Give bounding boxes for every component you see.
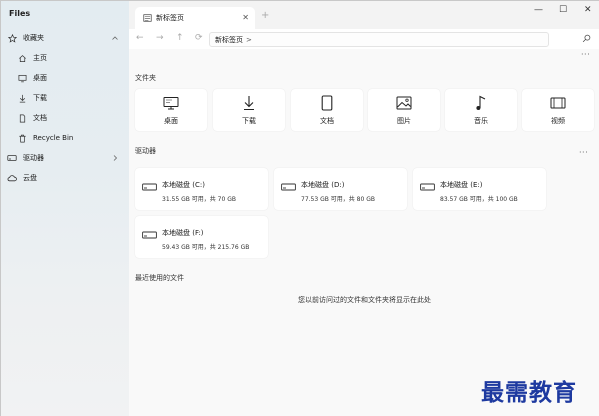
drive-capacity: 31.55 GB 可用，共 70 GB (162, 196, 236, 203)
chevron-up-icon[interactable] (111, 34, 119, 42)
folder-label: 下载 (242, 116, 256, 125)
folder-card-music[interactable]: 音乐 (445, 89, 517, 131)
folder-card-videos[interactable]: 视频 (522, 89, 594, 131)
sidebar-item-home[interactable]: 主页 (5, 49, 123, 67)
search-icon[interactable] (582, 34, 591, 45)
address-bar[interactable]: 新标签页 > (209, 32, 549, 47)
home-icon (15, 54, 29, 63)
drive-name: 本地磁盘 (D:) (301, 181, 345, 189)
sidebar-section-drives[interactable]: 驱动器 (5, 149, 123, 167)
sidebar-section-label: 收藏夹 (23, 34, 44, 42)
up-button[interactable]: ↑ (176, 33, 184, 43)
more-options-button[interactable]: ··· (581, 50, 590, 59)
drive-icon (420, 183, 435, 193)
sidebar-item-label: 主页 (33, 54, 47, 62)
drive-icon (142, 183, 157, 193)
navigation-bar: ← → ↑ ⟳ 新标签页 > (129, 29, 599, 49)
sidebar-item-desktop[interactable]: 桌面 (5, 69, 123, 87)
main-panel: 新标签页 ✕ + — ☐ ✕ ← → ↑ ⟳ 新标签页 > ··· 文件夹 桌面… (129, 1, 599, 416)
sidebar-item-label: 文档 (33, 114, 47, 122)
sidebar-section-cloud[interactable]: 云盘 (5, 169, 123, 187)
document-icon (15, 114, 29, 123)
back-button[interactable]: ← (136, 33, 144, 43)
new-tab-button[interactable]: + (261, 10, 269, 21)
download-icon (15, 94, 29, 103)
sidebar-item-label: Recycle Bin (33, 134, 74, 142)
star-icon (5, 33, 19, 43)
folder-card-downloads[interactable]: 下载 (213, 89, 285, 131)
folder-label: 视频 (551, 116, 565, 125)
recent-files-section-title: 最近使用的文件 (135, 274, 184, 282)
video-icon (550, 95, 566, 111)
music-icon (475, 95, 487, 111)
folder-label: 桌面 (164, 116, 178, 125)
folders-section-title: 文件夹 (135, 74, 156, 82)
sidebar: Files 收藏夹 主页 桌面 下载 文档 Recycle Bin 驱动器 云盘 (1, 1, 129, 416)
sidebar-item-recycle-bin[interactable]: Recycle Bin (5, 129, 123, 147)
folder-label: 图片 (397, 116, 411, 125)
watermark-text: 最需教育 (481, 379, 577, 406)
tab-page-icon (143, 14, 152, 22)
folder-card-pictures[interactable]: 图片 (368, 89, 440, 131)
refresh-button[interactable]: ⟳ (195, 33, 203, 43)
folder-card-desktop[interactable]: 桌面 (135, 89, 207, 131)
chevron-right-icon[interactable] (111, 154, 119, 162)
drive-name: 本地磁盘 (E:) (440, 181, 483, 189)
app-title: Files (9, 9, 31, 18)
sidebar-item-label: 桌面 (33, 74, 47, 82)
sidebar-section-favorites[interactable]: 收藏夹 (5, 29, 123, 47)
tab-new-tab[interactable]: 新标签页 ✕ (135, 7, 255, 29)
sidebar-item-documents[interactable]: 文档 (5, 109, 123, 127)
sidebar-section-label: 驱动器 (23, 154, 44, 162)
tab-label: 新标签页 (156, 14, 184, 22)
folder-label: 音乐 (474, 116, 488, 125)
drive-card-e[interactable]: 本地磁盘 (E:) 83.57 GB 可用，共 100 GB (413, 168, 546, 210)
folder-label: 文档 (320, 116, 334, 125)
breadcrumb-separator: > (246, 35, 252, 44)
breadcrumb-item[interactable]: 新标签页 (215, 35, 243, 45)
drive-card-f[interactable]: 本地磁盘 (F:) 59.43 GB 可用，共 215.76 GB (135, 216, 268, 258)
download-icon (242, 95, 256, 111)
close-window-button[interactable]: ✕ (584, 5, 592, 15)
drive-name: 本地磁盘 (C:) (162, 181, 205, 189)
sidebar-item-downloads[interactable]: 下载 (5, 89, 123, 107)
drive-icon (281, 183, 296, 193)
drive-card-d[interactable]: 本地磁盘 (D:) 77.53 GB 可用，共 80 GB (274, 168, 407, 210)
recycle-bin-icon (15, 134, 29, 143)
recent-files-empty-message: 您以前访问过的文件和文件夹将显示在此处 (298, 296, 431, 304)
minimize-button[interactable]: — (534, 5, 543, 15)
maximize-button[interactable]: ☐ (559, 5, 567, 15)
drives-more-button[interactable]: ··· (579, 148, 588, 157)
drive-capacity: 83.57 GB 可用，共 100 GB (440, 196, 518, 203)
sidebar-section-label: 云盘 (23, 174, 37, 182)
picture-icon (396, 95, 412, 111)
drive-icon (142, 231, 157, 241)
drive-name: 本地磁盘 (F:) (162, 229, 204, 237)
tab-bar: 新标签页 ✕ + — ☐ ✕ (129, 1, 599, 29)
app-window: Files 收藏夹 主页 桌面 下载 文档 Recycle Bin 驱动器 云盘… (0, 0, 599, 416)
cloud-icon (5, 174, 19, 182)
document-icon (321, 94, 333, 111)
drive-capacity: 77.53 GB 可用，共 80 GB (301, 196, 375, 203)
drive-capacity: 59.43 GB 可用，共 215.76 GB (162, 244, 250, 251)
forward-button[interactable]: → (156, 33, 164, 43)
drives-section-title: 驱动器 (135, 147, 156, 155)
drive-icon (5, 154, 19, 162)
folder-card-documents[interactable]: 文档 (291, 89, 363, 131)
drive-card-c[interactable]: 本地磁盘 (C:) 31.55 GB 可用，共 70 GB (135, 168, 268, 210)
desktop-icon (163, 95, 179, 111)
close-tab-icon[interactable]: ✕ (242, 13, 249, 22)
sidebar-item-label: 下载 (33, 94, 47, 102)
desktop-icon (15, 74, 29, 83)
